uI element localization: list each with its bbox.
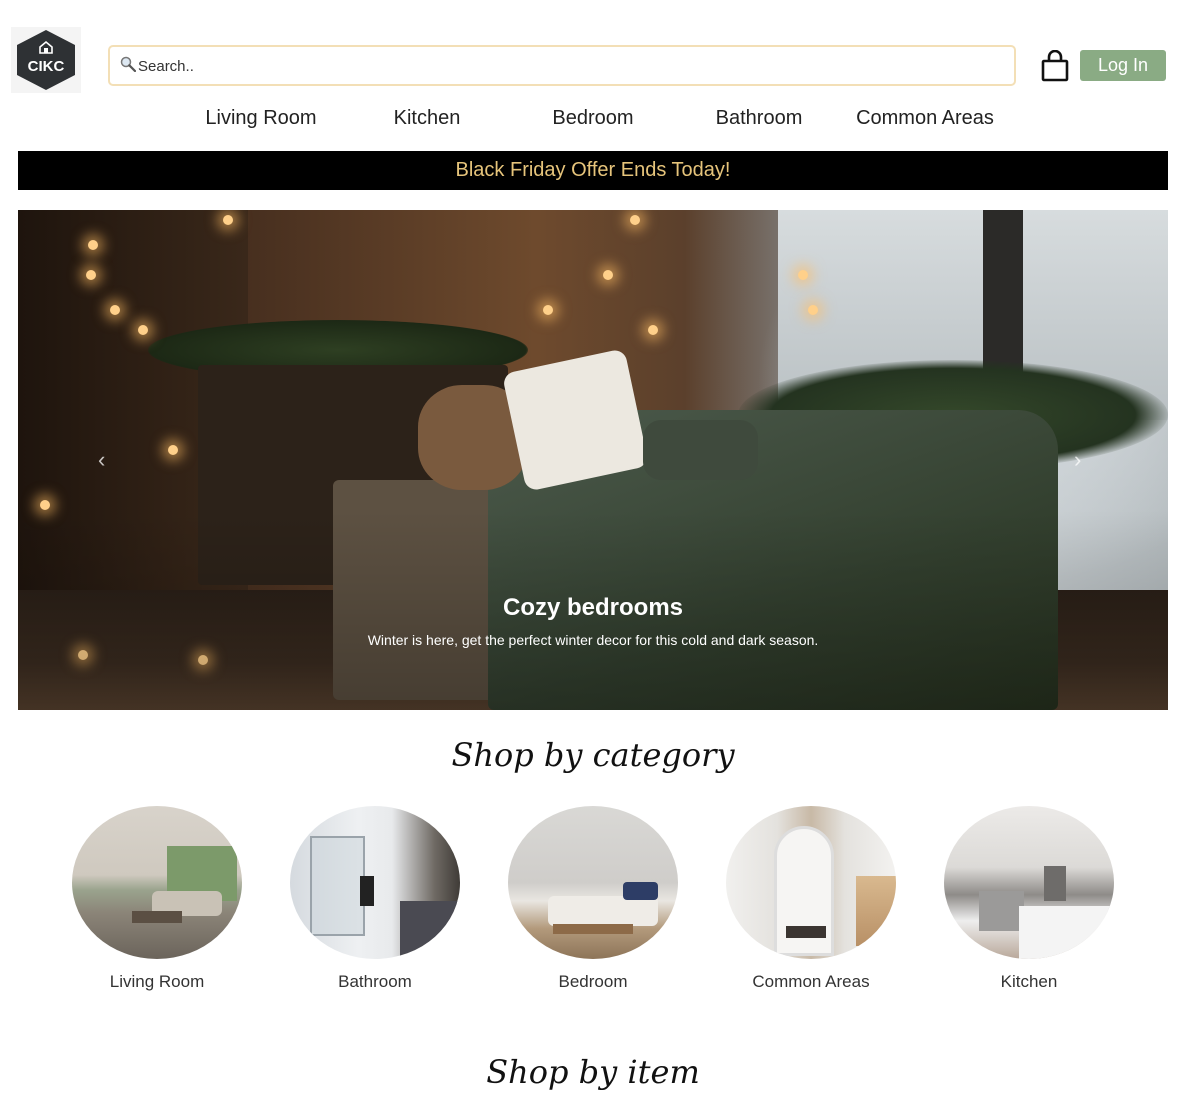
shop-by-category-title: Shop by category — [451, 736, 735, 774]
nav-item-bedroom[interactable]: Bedroom — [508, 104, 678, 132]
logo-icon: CIKC — [17, 30, 75, 90]
logo-text: CIKC — [28, 58, 65, 75]
chevron-right-icon: › — [1074, 447, 1082, 472]
category-label: Living Room — [109, 972, 205, 991]
hero-carousel[interactable]: ‹ › Cozy bedrooms Winter is here, get th… — [18, 210, 1168, 710]
category-bedroom[interactable]: Bedroom — [508, 806, 678, 992]
category-image-bedroom — [508, 806, 678, 959]
hero-title: Cozy bedrooms — [502, 594, 684, 621]
carousel-next-button[interactable]: › — [1074, 447, 1082, 472]
promo-banner-text: Black Friday Offer Ends Today! — [455, 159, 731, 181]
nav-item-living-room[interactable]: Living Room — [176, 104, 346, 132]
category-image-bathroom — [290, 806, 460, 959]
main-nav: Living Room Kitchen Bedroom Bathroom Com… — [0, 104, 1186, 134]
logo[interactable]: CIKC — [11, 27, 81, 93]
category-label: Kitchen — [1000, 972, 1058, 991]
category-image-kitchen — [944, 806, 1114, 959]
category-bathroom[interactable]: Bathroom — [290, 806, 460, 992]
search-bar[interactable] — [108, 45, 1016, 86]
shopping-bag-icon[interactable] — [1041, 50, 1069, 82]
search-input[interactable] — [138, 55, 998, 77]
category-image-living-room — [72, 806, 242, 959]
shop-by-item-title: Shop by item — [486, 1053, 700, 1091]
category-label: Common Areas — [752, 972, 870, 991]
category-kitchen[interactable]: Kitchen — [944, 806, 1114, 992]
category-living-room[interactable]: Living Room — [72, 806, 242, 992]
carousel-prev-button[interactable]: ‹ — [98, 447, 106, 472]
nav-item-bathroom[interactable]: Bathroom — [674, 104, 844, 132]
hero-subtitle: Winter is here, get the perfect winter d… — [367, 632, 819, 648]
category-label: Bathroom — [338, 972, 412, 991]
category-image-common-areas — [726, 806, 896, 959]
category-common-areas[interactable]: Common Areas — [726, 806, 896, 992]
category-label: Bedroom — [558, 972, 628, 991]
search-icon — [120, 56, 136, 72]
nav-item-common-areas[interactable]: Common Areas — [840, 104, 1010, 132]
login-button[interactable]: Log In — [1080, 50, 1166, 81]
chevron-left-icon: ‹ — [98, 447, 106, 472]
promo-banner[interactable]: Black Friday Offer Ends Today! — [18, 151, 1168, 190]
nav-item-kitchen[interactable]: Kitchen — [342, 104, 512, 132]
